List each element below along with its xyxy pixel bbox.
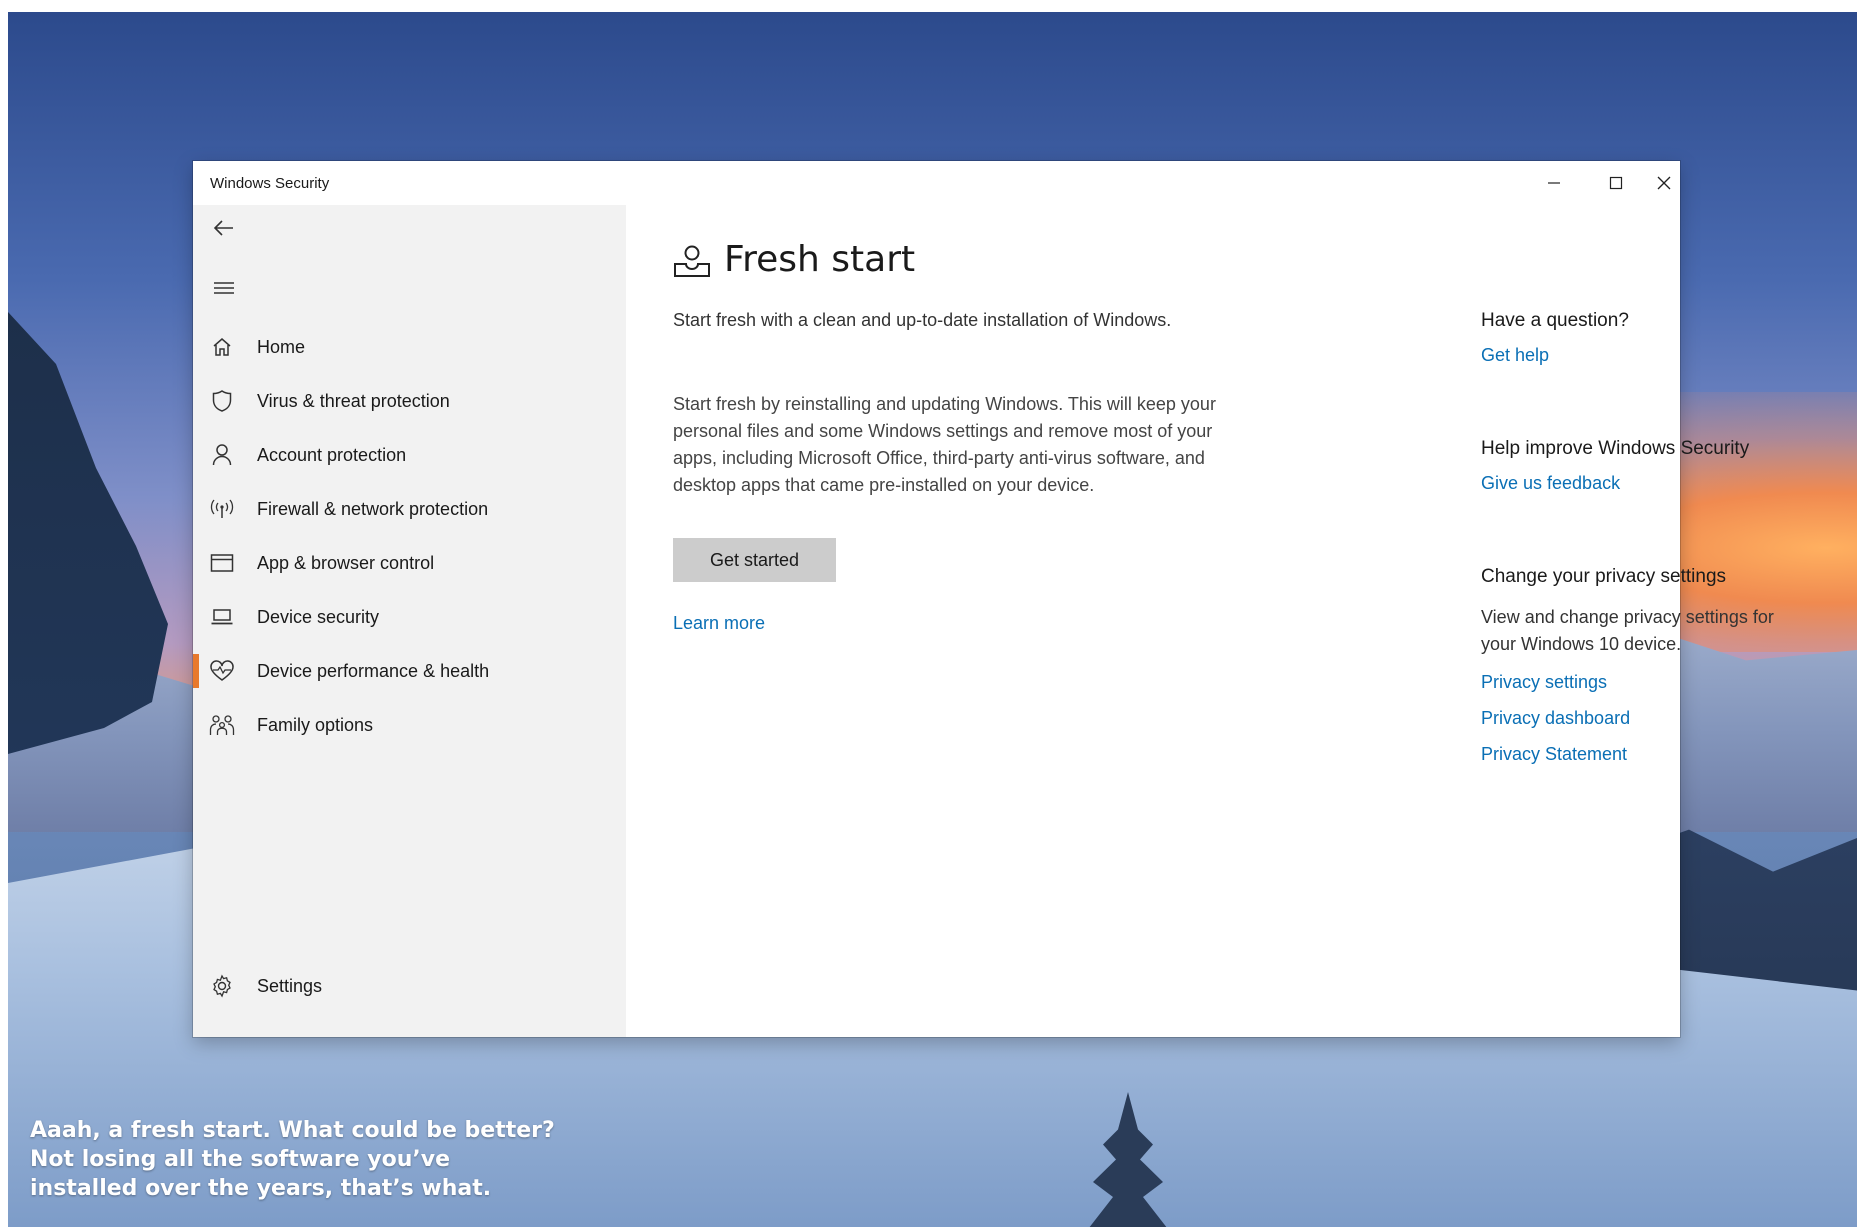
sidebar-item-label: App & browser control [257, 552, 435, 573]
windows-security-window: Windows Security Home Virus & threat pro… [193, 161, 1774, 1037]
sidebar-item-label: Virus & threat protection [257, 390, 450, 411]
privacy-heading: Change your privacy settings [1481, 566, 1727, 587]
person-icon [207, 440, 237, 470]
get-help-link[interactable]: Get help [1481, 345, 1549, 366]
privacy-settings-link[interactable]: Privacy settings [1481, 672, 1607, 693]
maximize-icon [1609, 176, 1623, 190]
photo-caption: Aaah, a fresh start. What could be bette… [30, 1116, 555, 1203]
minimize-icon [1548, 182, 1560, 184]
maximize-button[interactable] [1585, 161, 1647, 205]
learn-more-link[interactable]: Learn more [673, 613, 765, 634]
improve-heading: Help improve Windows Security [1481, 438, 1750, 459]
title-bar[interactable]: Windows Security [193, 161, 1680, 205]
laptop-icon [207, 602, 237, 632]
sidebar-item-home[interactable]: Home [193, 324, 626, 370]
get-started-button[interactable]: Get started [673, 538, 836, 582]
sidebar-item-device-performance-health[interactable]: Device performance & health [193, 648, 626, 694]
sidebar-item-label: Home [257, 336, 306, 357]
sidebar-item-label: Device performance & health [257, 660, 490, 681]
minimize-button[interactable] [1523, 161, 1585, 205]
family-icon [207, 710, 237, 740]
back-button[interactable] [207, 211, 241, 245]
page-title: Fresh start [724, 239, 916, 280]
privacy-dashboard-link[interactable]: Privacy dashboard [1481, 708, 1630, 729]
shield-icon [207, 386, 237, 416]
back-arrow-icon [213, 220, 233, 236]
page-header: Fresh start [672, 239, 915, 280]
menu-button[interactable] [207, 271, 241, 305]
fresh-start-icon [674, 245, 710, 277]
sidebar-item-virus-threat-protection[interactable]: Virus & threat protection [193, 378, 626, 424]
caption-line: installed over the years, that’s what. [30, 1176, 492, 1201]
browser-window-icon [207, 548, 237, 578]
sidebar-item-family-options[interactable]: Family options [193, 702, 626, 748]
home-icon [207, 332, 237, 362]
privacy-description: View and change privacy settings for you… [1481, 607, 1774, 654]
hamburger-menu-icon [214, 282, 234, 294]
sidebar-item-settings[interactable]: Settings [193, 963, 626, 1009]
question-heading: Have a question? [1481, 310, 1629, 331]
close-icon [1657, 176, 1670, 190]
sidebar: Home Virus & threat protection Account p… [193, 205, 626, 1037]
sidebar-item-account-protection[interactable]: Account protection [193, 432, 626, 478]
sidebar-item-label: Settings [257, 975, 323, 996]
heart-pulse-icon [207, 656, 237, 686]
sidebar-item-label: Firewall & network protection [257, 498, 489, 519]
caption-line: Aaah, a fresh start. What could be bette… [30, 1118, 555, 1143]
sidebar-item-label: Account protection [257, 444, 407, 465]
description-text: Start fresh by reinstalling and updating… [673, 394, 1216, 495]
sidebar-item-device-security[interactable]: Device security [193, 594, 626, 640]
privacy-statement-link[interactable]: Privacy Statement [1481, 744, 1627, 765]
window-title: Windows Security [210, 175, 330, 192]
antenna-icon [207, 494, 237, 524]
sidebar-item-firewall-network-protection[interactable]: Firewall & network protection [193, 486, 626, 532]
give-feedback-link[interactable]: Give us feedback [1481, 473, 1620, 494]
main-content: Fresh start Start fresh with a clean and… [626, 205, 1774, 1037]
sidebar-item-label: Device security [257, 606, 380, 627]
intro-text: Start fresh with a clean and up-to-date … [673, 310, 1172, 330]
close-button[interactable] [1647, 161, 1680, 205]
gear-icon [207, 971, 237, 1001]
sidebar-item-label: Family options [257, 714, 374, 735]
sidebar-item-app-browser-control[interactable]: App & browser control [193, 540, 626, 586]
caption-line: Not losing all the software you’ve [30, 1147, 451, 1172]
